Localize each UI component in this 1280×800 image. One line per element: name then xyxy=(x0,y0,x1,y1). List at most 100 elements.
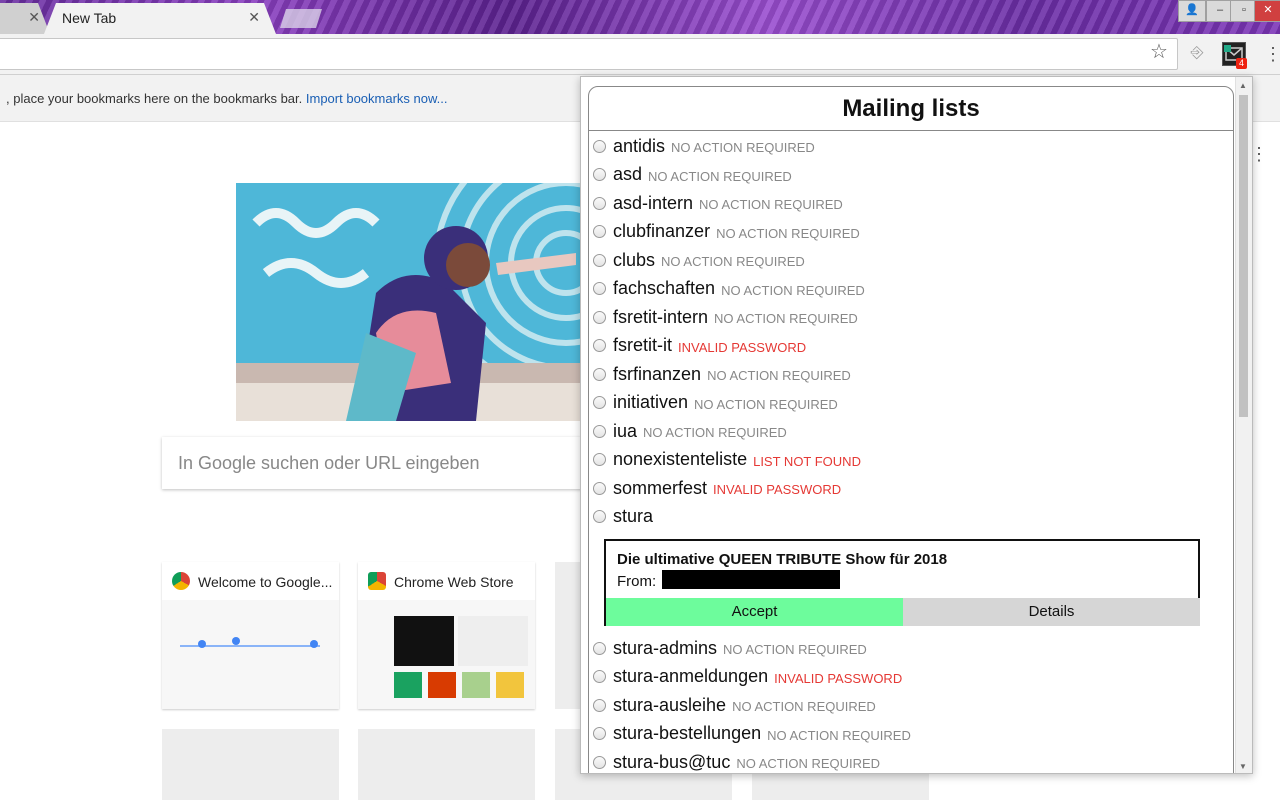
list-name: stura-anmeldungen xyxy=(613,666,769,687)
new-tab-button[interactable] xyxy=(280,9,322,28)
search-box[interactable] xyxy=(162,437,602,489)
most-visited-tile[interactable]: Chrome Web Store xyxy=(358,562,535,709)
list-item[interactable]: iua NO ACTION REQUIRED xyxy=(593,417,1213,446)
list-radio[interactable] xyxy=(593,168,606,182)
list-item[interactable]: stura xyxy=(593,503,1213,532)
redacted-sender xyxy=(662,570,841,589)
list-name: clubfinanzer xyxy=(613,221,711,242)
list-radio[interactable] xyxy=(593,698,606,712)
list-radio[interactable] xyxy=(593,196,606,210)
list-radio[interactable] xyxy=(593,424,606,438)
list-radio[interactable] xyxy=(593,367,606,381)
list-name: initiativen xyxy=(613,392,689,413)
tab-title: New Tab xyxy=(62,10,117,26)
list-name: asd-intern xyxy=(613,192,694,213)
list-item[interactable]: fachschaften NO ACTION REQUIRED xyxy=(593,275,1213,304)
list-item[interactable]: asd-intern NO ACTION REQUIRED xyxy=(593,189,1213,218)
message-from: From: xyxy=(617,570,841,590)
list-group-after: stura-admins NO ACTION REQUIRED stura-anme… xyxy=(593,634,1213,773)
popup-title: Mailing lists xyxy=(589,87,1233,131)
list-status: NO ACTION REQUIRED xyxy=(648,168,792,184)
list-item[interactable]: stura-ausleihe NO ACTION REQUIRED xyxy=(593,691,1213,720)
list-item[interactable]: antidis NO ACTION REQUIRED xyxy=(593,132,1213,161)
list-status: NO ACTION REQUIRED xyxy=(721,282,865,298)
list-status: NO ACTION REQUIRED xyxy=(714,311,858,327)
scroll-up-icon[interactable]: ▲ xyxy=(1239,81,1247,90)
list-radio[interactable] xyxy=(593,282,606,296)
list-radio[interactable] xyxy=(593,641,606,655)
list-radio[interactable] xyxy=(593,396,606,410)
list-item[interactable]: fsrfinanzen NO ACTION REQUIRED xyxy=(593,360,1213,389)
list-radio[interactable] xyxy=(593,727,606,741)
window-close-icon[interactable]: ✕ xyxy=(1254,0,1280,22)
popup-scrollbar[interactable]: ▲ ▼ xyxy=(1235,77,1252,773)
tile-title: Chrome Web Store xyxy=(394,574,514,590)
list-radio[interactable] xyxy=(593,253,606,267)
list-item[interactable]: fsretit-intern NO ACTION REQUIRED xyxy=(593,303,1213,332)
extension-badge: 4 xyxy=(1236,58,1248,69)
list-radio[interactable] xyxy=(593,755,606,769)
chrome-menu-icon[interactable]: ⋮ xyxy=(1264,44,1280,65)
list-radio[interactable] xyxy=(593,310,606,324)
scroll-down-icon[interactable]: ▼ xyxy=(1239,762,1247,771)
list-radio[interactable] xyxy=(593,453,606,467)
list-group-before: antidis NO ACTION REQUIRED asd NO ACTION RE… xyxy=(593,132,1213,531)
close-tab-icon[interactable]: ✕ xyxy=(28,9,40,26)
list-item[interactable]: clubfinanzer NO ACTION REQUIRED xyxy=(593,218,1213,247)
star-icon[interactable]: ☆ xyxy=(1148,41,1170,63)
scrollbar-thumb[interactable] xyxy=(1239,95,1248,417)
list-status: NO ACTION REQUIRED xyxy=(716,225,860,241)
list-status: NO ACTION REQUIRED xyxy=(643,425,787,441)
list-item[interactable]: stura-bestellungen NO ACTION REQUIRED xyxy=(593,720,1213,749)
list-status: INVALID PASSWORD xyxy=(678,339,807,355)
list-radio[interactable] xyxy=(593,139,606,153)
import-bookmarks-link[interactable]: Import bookmarks now... xyxy=(306,91,448,106)
list-name: nonexistenteliste xyxy=(613,449,748,470)
list-radio[interactable] xyxy=(593,481,606,495)
list-name: iua xyxy=(613,420,638,441)
details-button[interactable]: Details xyxy=(903,598,1200,626)
list-status: NO ACTION REQUIRED xyxy=(723,642,867,658)
list-status: NO ACTION REQUIRED xyxy=(767,727,911,743)
list-item[interactable]: asd NO ACTION REQUIRED xyxy=(593,161,1213,190)
close-tab-icon[interactable]: ✕ xyxy=(248,9,260,26)
message-subject: Die ultimative QUEEN TRIBUTE Show für 20… xyxy=(617,551,948,568)
list-item[interactable]: sommerfest INVALID PASSWORD xyxy=(593,474,1213,503)
list-radio[interactable] xyxy=(593,225,606,239)
list-item[interactable]: clubs NO ACTION REQUIRED xyxy=(593,246,1213,275)
list-item[interactable]: stura-anmeldungen INVALID PASSWORD xyxy=(593,663,1213,692)
list-status: NO ACTION REQUIRED xyxy=(694,396,838,412)
empty-tile xyxy=(555,562,581,709)
empty-tile xyxy=(162,729,339,800)
list-item[interactable]: initiativen NO ACTION REQUIRED xyxy=(593,389,1213,418)
search-input[interactable] xyxy=(162,437,602,489)
google-doodle[interactable] xyxy=(236,183,581,421)
list-radio[interactable] xyxy=(593,510,606,524)
list-radio[interactable] xyxy=(593,670,606,684)
list-item[interactable]: stura-admins NO ACTION REQUIRED xyxy=(593,634,1213,663)
list-name: clubs xyxy=(613,249,656,270)
list-item[interactable]: nonexistenteliste LIST NOT FOUND xyxy=(593,446,1213,475)
pdf-extension-icon[interactable]: ⎆ xyxy=(1186,42,1208,64)
list-status: NO ACTION REQUIRED xyxy=(661,254,805,270)
list-name: fsretit-intern xyxy=(613,306,709,327)
list-name: fsretit-it xyxy=(613,335,673,356)
profile-icon[interactable]: 👤 xyxy=(1178,0,1206,22)
list-radio[interactable] xyxy=(593,339,606,353)
list-name: stura-admins xyxy=(613,637,718,658)
tab-strip: ✕ New Tab ✕ 👤 – ▫ ✕ xyxy=(0,0,1280,34)
list-name: stura-bus@tuc xyxy=(613,751,731,772)
mailing-list: antidis NO ACTION REQUIRED asd NO ACTION RE… xyxy=(593,132,1213,773)
list-name: stura xyxy=(613,506,654,527)
list-name: fachschaften xyxy=(613,278,716,299)
address-bar[interactable] xyxy=(0,38,1178,70)
list-status: NO ACTION REQUIRED xyxy=(707,368,851,384)
list-name: asd xyxy=(613,164,643,185)
list-item[interactable]: stura-bus@tuc NO ACTION REQUIRED xyxy=(593,748,1213,773)
moderation-card: Die ultimative QUEEN TRIBUTE Show für 20… xyxy=(604,539,1200,626)
most-visited-tile[interactable]: Welcome to Google... xyxy=(162,562,339,709)
list-status: NO ACTION REQUIRED xyxy=(699,197,843,213)
tab-new-tab[interactable]: New Tab ✕ xyxy=(44,3,276,34)
list-item[interactable]: fsretit-it INVALID PASSWORD xyxy=(593,332,1213,361)
accept-button[interactable]: Accept xyxy=(606,598,903,626)
